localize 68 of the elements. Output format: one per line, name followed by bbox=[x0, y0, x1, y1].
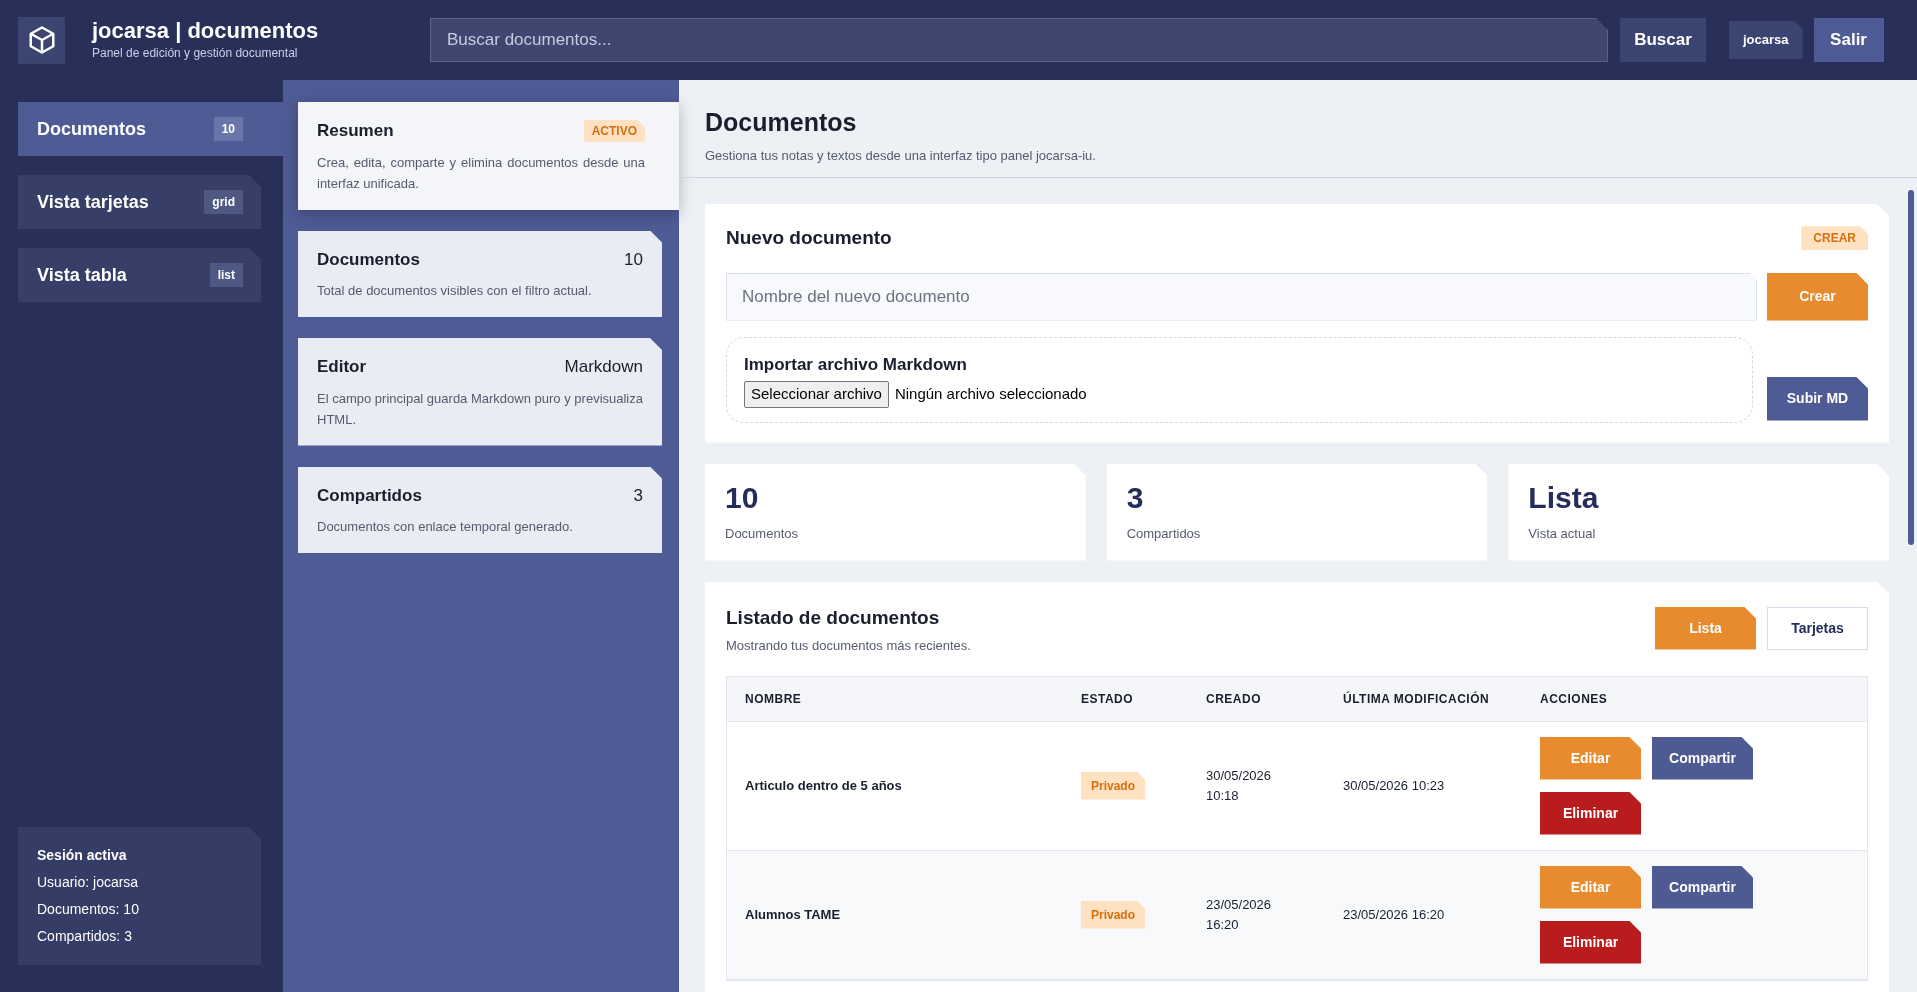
count-badge: grid bbox=[204, 190, 243, 214]
page-title: Documentos bbox=[705, 107, 858, 138]
document-name: Articulo dentro de 5 años bbox=[745, 776, 903, 795]
stat-label: Compartidos bbox=[1126, 524, 1202, 543]
created-date: 23/05/2026 16:20 bbox=[1206, 895, 1273, 934]
card-description: Total de documentos visibles con el filtro actual. bbox=[317, 282, 593, 300]
section-title: Nuevo documento bbox=[726, 226, 892, 250]
modified-date: 30/05/2026 10:23 bbox=[1343, 776, 1446, 795]
upload-button[interactable]: Subir MD bbox=[1767, 376, 1868, 421]
created-date: 30/05/2026 10:18 bbox=[1206, 766, 1273, 805]
column-header: ÚLTIMA MODIFICACIÓN bbox=[1343, 690, 1491, 708]
status-badge: CREAR bbox=[1801, 226, 1868, 251]
stat-value: Lista bbox=[1528, 479, 1600, 516]
action-button[interactable]: Eliminar bbox=[1540, 791, 1641, 835]
status-badge: Privado bbox=[1081, 771, 1145, 800]
app-subtitle: Panel de edición y gestión documental bbox=[92, 45, 299, 62]
document-name-field[interactable]: Nombre del nuevo documento bbox=[726, 272, 1757, 321]
card-title: Compartidos bbox=[317, 484, 422, 507]
section-title: Listado de documentos bbox=[726, 605, 941, 630]
status-badge: Privado bbox=[1081, 900, 1145, 929]
card-description: El campo principal guarda Markdown puro y previsualiza HTML. bbox=[317, 389, 643, 429]
column-header: NOMBRE bbox=[745, 690, 803, 708]
card-value: Markdown bbox=[564, 356, 643, 378]
stat-label: Documentos bbox=[725, 524, 799, 543]
action-button[interactable]: Compartir bbox=[1652, 865, 1753, 909]
card-description: Documentos con enlace temporal generado. bbox=[317, 518, 574, 536]
summary-card[interactable]: Compartidos 3 Documentos con enlace temporal generado. bbox=[298, 466, 662, 553]
sidebar-item[interactable]: Documentos 10 bbox=[18, 102, 283, 156]
card-value: 10 bbox=[624, 248, 643, 271]
search-button[interactable]: Buscar bbox=[1620, 18, 1706, 62]
column-header: ESTADO bbox=[1081, 690, 1135, 708]
session-line: Documentos: 10 bbox=[37, 900, 140, 919]
count-badge: 10 bbox=[213, 117, 243, 141]
status-badge: ACTIVO bbox=[583, 119, 645, 142]
cube-logo-icon bbox=[18, 16, 65, 64]
file-status: Ningún archivo seleccionado bbox=[894, 384, 1087, 404]
modified-date: 23/05/2026 16:20 bbox=[1343, 905, 1446, 924]
page-subtitle: Gestiona tus notas y textos desde una interfaz tipo panel jocarsa-iu. bbox=[705, 146, 1097, 165]
sidebar-item[interactable]: Vista tabla list bbox=[18, 248, 261, 302]
import-title: Importar archivo Markdown bbox=[744, 353, 968, 376]
user-badge: jocarsa bbox=[1729, 21, 1803, 59]
session-line: Compartidos: 3 bbox=[37, 927, 133, 946]
count-badge: list bbox=[209, 263, 243, 287]
view-toggle[interactable]: Tarjetas bbox=[1767, 606, 1868, 650]
file-select-button[interactable]: Seleccionar archivo bbox=[744, 381, 889, 408]
sidebar-item[interactable]: Vista tarjetas grid bbox=[18, 175, 261, 229]
card-value: 3 bbox=[633, 484, 643, 507]
session-line: Usuario: jocarsa bbox=[37, 873, 140, 892]
session-title: Sesión activa bbox=[37, 846, 128, 865]
logout-button[interactable]: Salir bbox=[1813, 18, 1884, 62]
app-title: jocarsa | documentos bbox=[92, 18, 320, 44]
summary-card[interactable]: Resumen ACTIVO Crea, edita, comparte y elimina documentos desde una interfaz unificada. bbox=[298, 102, 679, 210]
card-title: Editor bbox=[317, 356, 367, 378]
action-button[interactable]: Eliminar bbox=[1540, 920, 1641, 964]
card-title: Resumen bbox=[317, 120, 394, 142]
column-header: ACCIONES bbox=[1540, 690, 1609, 708]
column-header: CREADO bbox=[1206, 690, 1262, 708]
action-button[interactable]: Compartir bbox=[1652, 736, 1753, 780]
search-field[interactable]: Buscar documentos... bbox=[430, 18, 1608, 62]
document-name: Alumnos TAME bbox=[745, 905, 842, 924]
stat-value: 3 bbox=[1126, 479, 1145, 516]
stat-label: Vista actual bbox=[1528, 524, 1597, 543]
card-description: Crea, edita, comparte y elimina documentos desde una interfaz unificada. bbox=[317, 153, 645, 193]
stat-value: 10 bbox=[725, 479, 760, 516]
section-subtitle: Mostrando tus documentos más recientes. bbox=[726, 637, 971, 655]
summary-card[interactable]: Documentos 10 Total de documentos visibles con el filtro actual. bbox=[298, 230, 662, 317]
card-title: Documentos bbox=[317, 248, 420, 271]
summary-card[interactable]: Editor Markdown El campo principal guarda Markdown puro y previsualiza HTML. bbox=[298, 338, 662, 446]
